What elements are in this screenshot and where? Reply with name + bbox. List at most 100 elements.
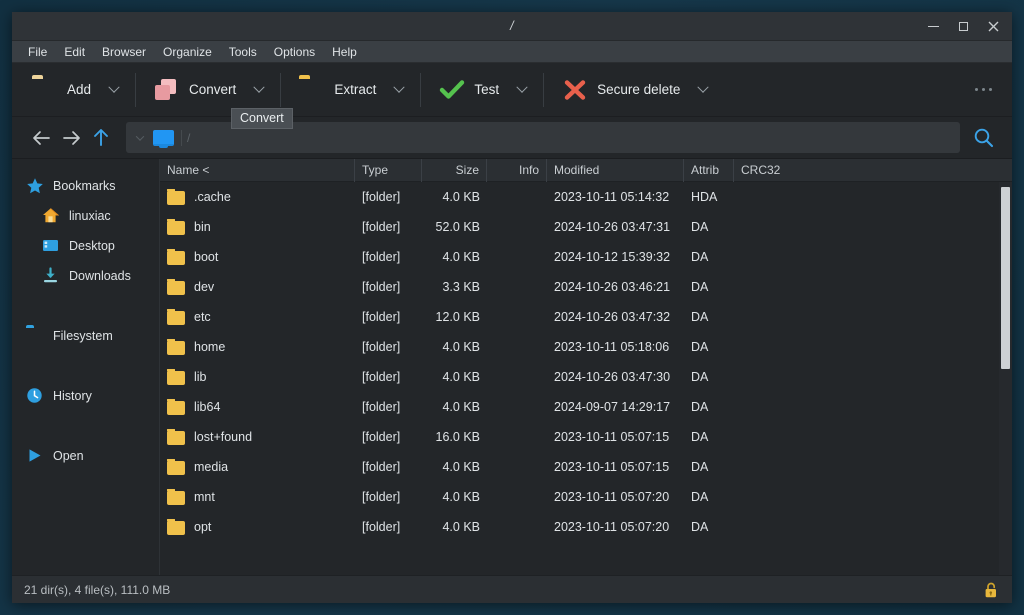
content-area: Bookmarks linuxiac Desktop Downloads Fil… [12,158,1012,575]
file-name-label: .cache [194,190,231,204]
sidebar-item-linuxiac[interactable]: linuxiac [12,201,159,231]
cell-modified: 2023-10-11 05:18:06 [554,340,670,354]
secure-delete-dropdown-caret[interactable] [690,70,716,110]
menu-browser[interactable]: Browser [94,42,154,62]
add-dropdown-caret[interactable] [101,70,127,110]
play-icon [26,447,44,465]
toolbar-group-test: Test [429,63,535,116]
cell-size: 4.0 KB [442,460,480,474]
menu-file[interactable]: File [20,42,55,62]
sidebar-item-label: Downloads [69,269,131,283]
cell-modified: 2024-09-07 14:29:17 [554,400,671,414]
extract-button[interactable]: Extract [289,70,386,110]
cell-modified: 2023-10-11 05:07:15 [554,460,670,474]
sidebar-item-filesystem[interactable]: Filesystem [12,321,159,351]
cell-name: etc [160,309,355,325]
cell-attributes: DA [691,220,709,234]
table-row[interactable]: dev [folder] 3.3 KB 2024-10-26 03:46:21 DA [160,272,1012,302]
column-header-info[interactable]: Info [487,158,547,182]
table-row[interactable]: home [folder] 4.0 KB 2023-10-11 05:18:06 DA [160,332,1012,362]
address-history-dropdown[interactable] [132,125,148,150]
extract-dropdown-caret[interactable] [386,70,412,110]
toolbar-group-add: Add [22,63,127,116]
sidebar-item-desktop[interactable]: Desktop [12,231,159,261]
archiver-window: / File Edit Browser Organize Tools Optio… [12,12,1012,603]
convert-dropdown-caret[interactable] [246,70,272,110]
table-row[interactable]: .cache [folder] 4.0 KB 2023-10-11 05:14:32 H… [160,182,1012,212]
search-icon [974,128,993,148]
back-button[interactable] [26,123,56,153]
menu-edit[interactable]: Edit [56,42,93,62]
folder-icon [167,429,185,445]
table-row[interactable]: opt [folder] 4.0 KB 2023-10-11 05:07:20 DA [160,512,1012,542]
search-button[interactable] [966,121,1000,155]
cell-type: [folder] [362,370,401,384]
toolbar-group-secure-delete: Secure delete [552,63,716,116]
table-row[interactable]: etc [folder] 12.0 KB 2024-10-26 03:47:32 DA [160,302,1012,332]
toolbar-separator [135,72,137,107]
column-header-name[interactable]: Name < [160,158,355,182]
chevron-down-icon [516,81,528,93]
column-header-attributes[interactable]: Attrib [684,158,734,182]
sidebar-item-open[interactable]: Open [12,441,159,471]
address-root-chunk[interactable] [148,125,179,150]
column-header-crc32[interactable]: CRC32 [734,159,914,182]
table-row[interactable]: boot [folder] 4.0 KB 2024-10-12 15:39:32 DA [160,242,1012,272]
menu-organize[interactable]: Organize [155,42,220,62]
overflow-dot [974,87,978,92]
maximize-button[interactable] [948,12,978,41]
cell-type: [folder] [362,280,401,294]
cell-name: lost+found [160,429,355,445]
menu-tools[interactable]: Tools [221,42,265,62]
checkmark-icon [439,79,465,101]
test-dropdown-caret[interactable] [509,70,535,110]
unlocked-padlock-icon[interactable] [984,582,998,598]
cell-name: .cache [160,189,355,205]
secure-delete-button[interactable]: Secure delete [552,70,690,110]
menu-help[interactable]: Help [324,42,365,62]
add-button[interactable]: Add [22,70,101,110]
scrollbar-thumb[interactable] [1001,187,1010,369]
status-bar: 21 dir(s), 4 file(s), 111.0 MB [12,575,1012,603]
table-row[interactable]: lib64 [folder] 4.0 KB 2024-09-07 14:29:17 DA [160,392,1012,422]
window-title: / [510,19,514,33]
overflow-dot [988,87,992,92]
extract-button-label: Extract [334,82,377,97]
toolbar-overflow-button[interactable] [967,80,1001,100]
toolbar: Add Convert Extract Test Secure delete [12,63,1012,117]
up-button[interactable] [86,123,116,153]
test-button[interactable]: Test [429,70,509,110]
minimize-button[interactable] [918,12,948,41]
menu-options[interactable]: Options [266,42,323,62]
sidebar-item-history[interactable]: History [12,381,159,411]
forward-button[interactable] [56,123,86,153]
table-row[interactable]: lost+found [folder] 16.0 KB 2023-10-11 05:0… [160,422,1012,452]
home-icon [42,207,60,225]
sidebar-item-label: History [53,389,92,403]
cell-size: 3.3 KB [442,280,480,294]
arrow-up-icon [94,129,108,146]
download-icon [42,267,60,285]
test-button-label: Test [474,82,500,97]
table-row[interactable]: lib [folder] 4.0 KB 2024-10-26 03:47:30 DA [160,362,1012,392]
cell-type: [folder] [362,460,401,474]
table-row[interactable]: mnt [folder] 4.0 KB 2023-10-11 05:07:20 DA [160,482,1012,512]
table-row[interactable]: bin [folder] 52.0 KB 2024-10-26 03:47:31 DA [160,212,1012,242]
close-button[interactable] [978,12,1008,41]
sidebar-item-downloads[interactable]: Downloads [12,261,159,291]
cell-type: [folder] [362,430,401,444]
folder-extract-icon [299,79,325,101]
folder-icon [167,369,185,385]
column-header-type[interactable]: Type [355,158,422,182]
table-row[interactable]: media [folder] 4.0 KB 2023-10-11 05:07:15 DA [160,452,1012,482]
file-name-label: mnt [194,490,215,504]
column-header-size[interactable]: Size [422,158,487,182]
cell-modified: 2024-10-12 15:39:32 [554,250,671,264]
cell-attributes: DA [691,280,709,294]
column-header-modified[interactable]: Modified [547,158,684,182]
file-list-scrollbar[interactable] [999,182,1012,575]
convert-button[interactable]: Convert [144,70,246,110]
sidebar-item-bookmarks[interactable]: Bookmarks [12,171,159,201]
file-name-label: boot [194,250,219,264]
cell-type: [folder] [362,190,401,204]
